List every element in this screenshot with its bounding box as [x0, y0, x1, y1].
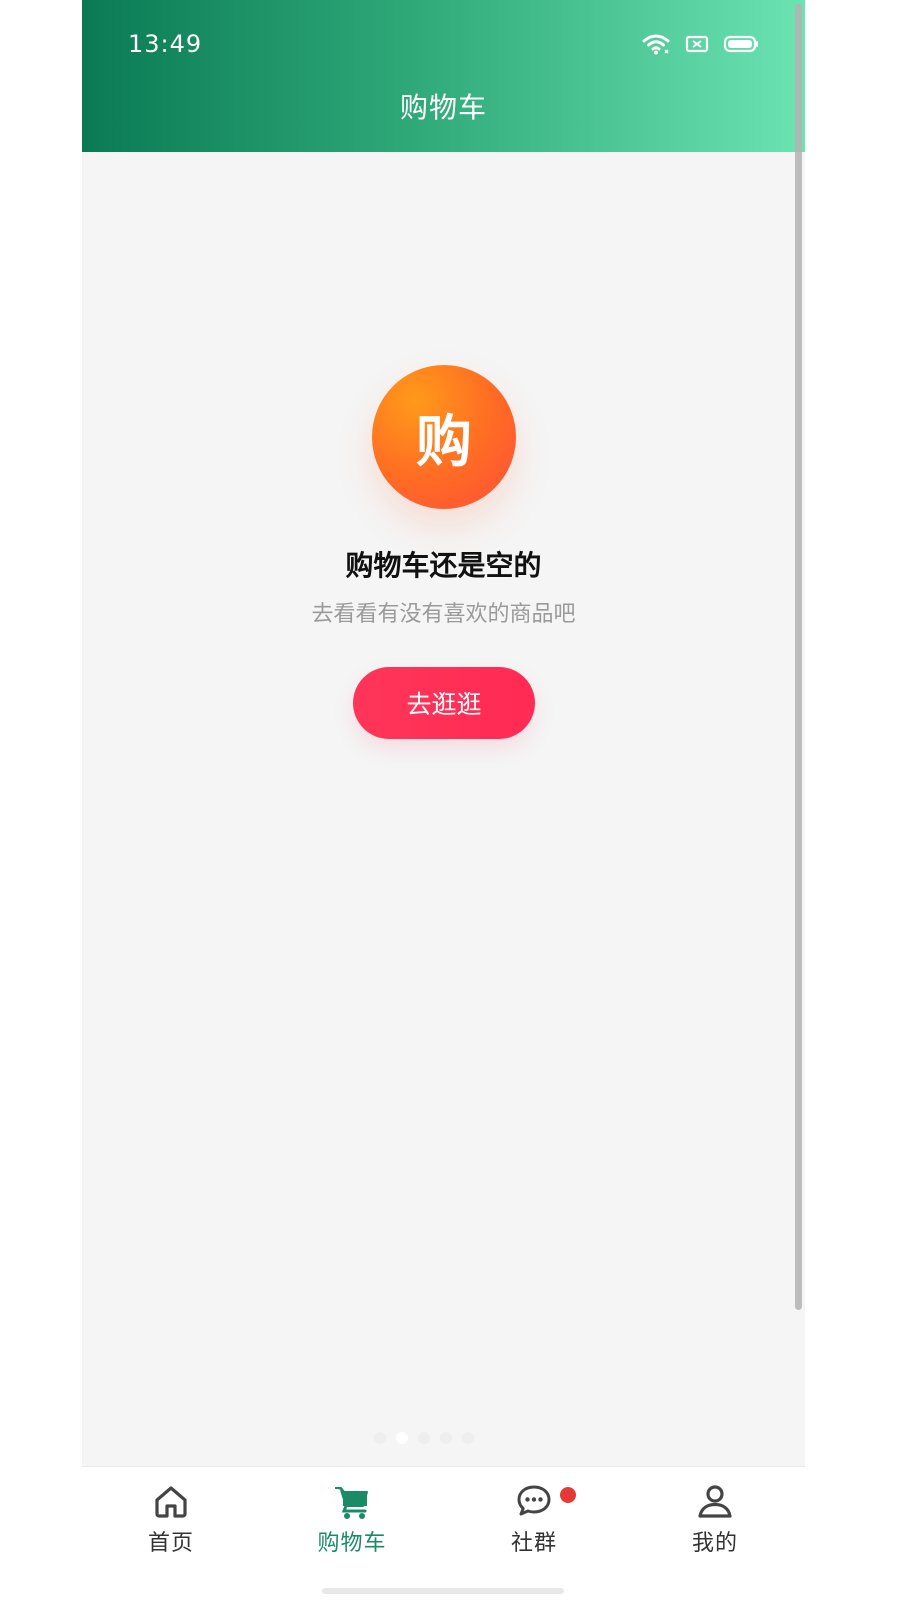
tab-profile-label: 我的 [691, 1531, 738, 1556]
cart-empty-badge-text: 购 [416, 409, 472, 475]
pager-dot [374, 1432, 386, 1444]
tab-profile[interactable]: 我的 [655, 1481, 775, 1557]
tab-community[interactable]: 社群 [474, 1481, 594, 1557]
tab-cart[interactable]: 购物车 [292, 1481, 412, 1557]
community-notification-dot [560, 1487, 576, 1503]
phone-screen: 13:49 购物车 购 购物车还是空的 去看看有没有喜欢的商品吧 去逛逛 首页 … [82, 0, 805, 1600]
vertical-scrollbar[interactable] [795, 4, 802, 1310]
pager-dot [418, 1432, 430, 1444]
go-shopping-button[interactable]: 去逛逛 [353, 667, 535, 739]
page-title: 购物车 [399, 91, 487, 124]
pager-dot [462, 1432, 474, 1444]
tab-home[interactable]: 首页 [111, 1481, 231, 1557]
tab-cart-label: 购物车 [317, 1531, 387, 1556]
empty-cart-subtitle: 去看看有没有喜欢的商品吧 [311, 602, 576, 627]
wifi-icon [642, 34, 670, 55]
chat-bubble-icon [517, 1485, 551, 1516]
empty-cart-title: 购物车还是空的 [345, 549, 542, 582]
status-icons [641, 32, 759, 56]
bottom-tab-bar: 首页 购物车 社群 我的 [82, 1466, 805, 1600]
sim-icon [685, 35, 709, 53]
tab-community-label: 社群 [510, 1531, 557, 1556]
home-indicator[interactable] [322, 1588, 564, 1594]
battery-icon [723, 35, 758, 53]
home-icon [155, 1486, 187, 1518]
user-icon [698, 1485, 732, 1518]
pager-dot-active [396, 1432, 408, 1444]
cart-icon [335, 1487, 368, 1519]
tab-home-label: 首页 [147, 1531, 194, 1556]
app-header: 13:49 购物车 [82, 0, 805, 152]
cart-empty-badge: 购 [372, 365, 516, 509]
pager-dots [374, 1432, 474, 1444]
status-time: 13:49 [128, 30, 203, 58]
pager-dot [440, 1432, 452, 1444]
